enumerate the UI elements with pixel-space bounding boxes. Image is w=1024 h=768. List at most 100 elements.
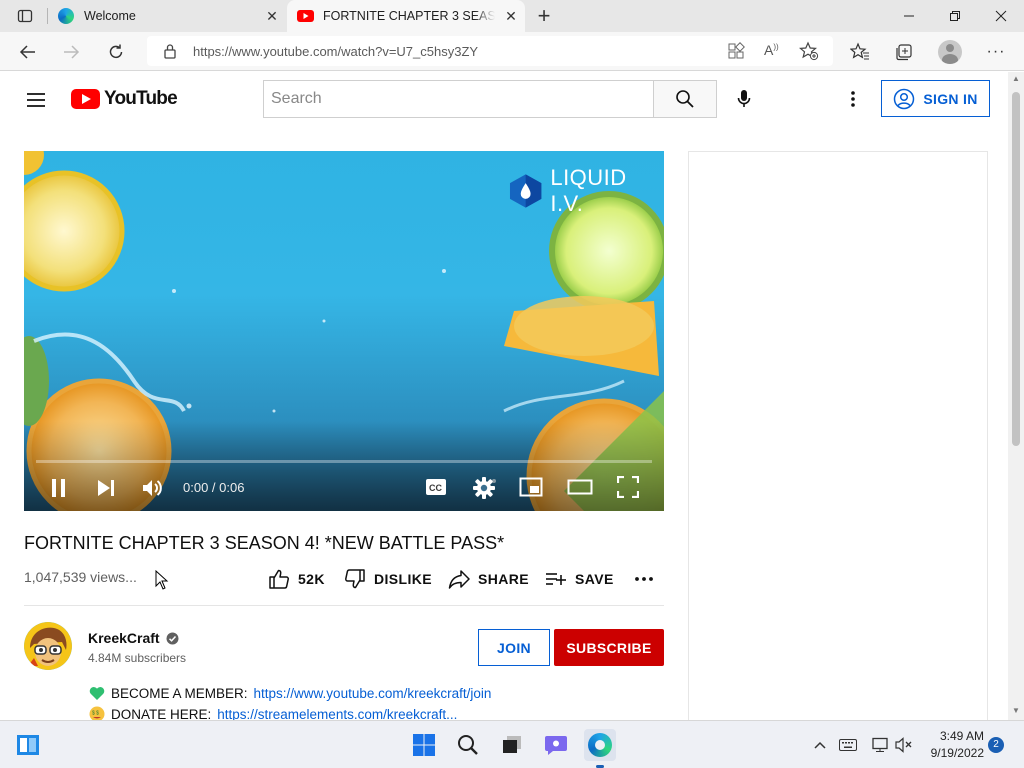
windows-taskbar: 3:49 AM 9/19/2022 2 [0,720,1024,768]
task-view-desktop-icon[interactable] [12,729,44,761]
channel-name-link[interactable]: KreekCraft [88,630,179,646]
join-button[interactable]: JOIN [478,629,550,666]
settings-more-icon[interactable]: ··· [981,37,1011,67]
description-line: BECOME A MEMBER: https://www.youtube.com… [89,686,491,701]
video-player[interactable]: LIQUID I.V. 0:00 / 0:06 CC [24,151,664,511]
kreekcraft-avatar-icon [24,622,72,670]
more-horizontal-icon [635,577,653,581]
profile-avatar-icon[interactable] [935,37,965,67]
green-heart-icon [89,687,105,700]
search-icon [676,90,694,108]
description-link[interactable]: https://www.youtube.com/kreekcraft/join [254,686,492,701]
like-count: 52K [298,571,325,587]
lock-icon[interactable] [163,43,177,64]
forward-arrow-icon[interactable] [56,37,86,67]
share-arrow-icon [448,570,470,589]
thumbs-down-icon [345,569,365,589]
more-actions-button[interactable] [634,568,654,590]
dislike-button[interactable]: DISLIKE [344,568,432,590]
mouse-cursor-icon [155,569,169,595]
minimize-window-icon[interactable] [886,0,932,32]
hamburger-menu-icon[interactable] [21,85,51,115]
description-text: BECOME A MEMBER: [111,686,248,701]
share-label: SHARE [478,571,530,587]
volume-button[interactable] [141,477,165,504]
search-input[interactable]: Search [263,80,654,118]
close-window-icon[interactable] [978,0,1024,32]
youtube-logo[interactable]: YouTube [71,88,178,110]
youtube-header: YouTube Search SIGN IN [0,72,1008,128]
tab-welcome[interactable]: Welcome ✕ [50,0,286,32]
app-available-icon[interactable] [727,42,745,65]
taskbar-search-icon[interactable] [452,729,484,761]
channel-avatar[interactable] [24,622,72,670]
restore-window-icon[interactable] [932,0,978,32]
tab-label: FORTNITE CHAPTER 3 SEASON 4 [323,9,495,23]
captions-button[interactable]: CC [424,477,448,502]
collections-icon[interactable] [889,37,919,67]
verified-check-icon [166,632,179,644]
theater-mode-button[interactable] [567,477,593,502]
video-title: FORTNITE CHAPTER 3 SEASON 4! *NEW BATTLE… [24,533,505,553]
progress-bar[interactable] [36,460,652,463]
sign-in-label: SIGN IN [923,90,978,107]
fullscreen-icon [616,475,640,499]
browser-toolbar: https://www.youtube.com/watch?v=U7_c5hsy… [0,32,1024,71]
save-label: SAVE [575,571,614,587]
read-aloud-icon[interactable]: A)) [764,42,779,58]
view-count[interactable]: 1,047,539 views... [24,569,137,585]
notification-badge[interactable]: 2 [988,737,1004,753]
edge-icon [58,8,74,24]
close-tab-icon[interactable]: ✕ [264,8,280,24]
dislike-label: DISLIKE [374,571,433,587]
pause-icon [52,479,65,497]
channel-name: KreekCraft [88,630,160,646]
clock-date[interactable]: 9/19/2022 [922,746,984,760]
fullscreen-button[interactable] [616,475,640,503]
teams-chat-icon[interactable] [540,729,572,761]
ad-brand-text: LIQUID I.V. [550,165,627,216]
voice-search-microphone-icon[interactable] [729,84,759,114]
account-circle-icon [894,88,915,109]
page-scrollbar[interactable]: ▲ ▼ [1008,72,1024,720]
clock-time[interactable]: 3:49 AM [930,729,984,743]
scroll-down-arrow-icon[interactable]: ▼ [1012,706,1020,715]
keyboard-icon[interactable] [832,729,864,761]
refresh-icon[interactable] [101,37,131,67]
next-button[interactable] [95,478,117,503]
address-bar[interactable]: https://www.youtube.com/watch?v=U7_c5hsy… [147,36,833,66]
favorites-icon[interactable] [845,37,875,67]
taskbar-edge-icon[interactable] [584,729,616,761]
svg-text:CC: CC [429,483,442,493]
youtube-favicon-icon [297,10,314,22]
like-button[interactable]: 52K [268,568,325,590]
miniplayer-button[interactable] [519,477,543,502]
tab-youtube-video[interactable]: FORTNITE CHAPTER 3 SEASON 4 ✕ [287,0,525,32]
settings-button[interactable] [472,476,496,505]
add-favorite-icon[interactable] [798,41,819,66]
windows-start-icon[interactable] [408,729,440,761]
volume-muted-icon[interactable] [888,729,920,761]
volume-icon [143,480,162,496]
tab-actions-icon[interactable] [10,1,40,31]
save-button[interactable]: SAVE [545,568,614,590]
share-button[interactable]: SHARE [448,568,529,590]
new-tab-button[interactable]: + [529,1,559,31]
url-text[interactable]: https://www.youtube.com/watch?v=U7_c5hsy… [193,44,478,59]
subscribe-button[interactable]: SUBSCRIBE [554,629,664,666]
pause-button[interactable] [48,478,70,503]
gear-icon [473,477,495,499]
back-arrow-icon[interactable] [13,37,43,67]
skip-next-icon [98,480,114,496]
svg-text:$ $: $ $ [92,711,99,717]
search-button[interactable] [653,80,717,118]
sidebar-ad-slot [688,151,988,721]
task-view-icon[interactable] [496,729,528,761]
more-options-vertical-icon[interactable] [838,84,868,114]
scrollbar-thumb[interactable] [1012,92,1020,446]
youtube-logo-text: YouTube [104,88,178,109]
sign-in-button[interactable]: SIGN IN [881,80,990,117]
scroll-up-arrow-icon[interactable]: ▲ [1012,74,1020,83]
miniplayer-icon [519,477,543,497]
close-tab-icon[interactable]: ✕ [503,8,519,24]
